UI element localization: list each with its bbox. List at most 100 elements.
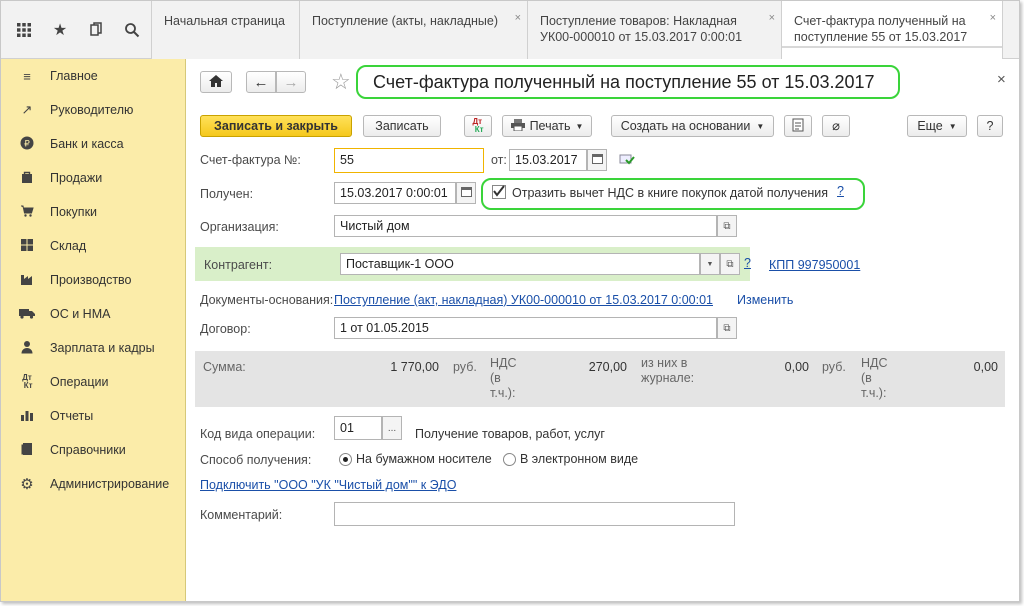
sidebar-item-main[interactable]: ≡ Главное <box>1 64 186 88</box>
tab-receipt-document[interactable]: Поступление товаров: Накладная УК00-0000… <box>527 1 781 59</box>
connect-edo-link[interactable]: Подключить "ООО "УК "Чистый дом"" к ЭДО <box>200 478 456 492</box>
vat-label: НДС (в т.ч.): <box>490 356 517 400</box>
help-button[interactable]: ? <box>977 115 1003 137</box>
tab-receipts-list[interactable]: Поступление (акты, накладные) × <box>299 1 527 59</box>
chevron-down-icon: ▼ <box>948 121 957 131</box>
shopping-cart-icon <box>19 204 35 221</box>
close-icon[interactable]: × <box>990 10 996 26</box>
debit-credit-button[interactable]: Дт Кт <box>464 115 492 137</box>
sidebar-item-production[interactable]: Производство <box>1 268 186 292</box>
calendar-button[interactable] <box>587 149 607 171</box>
contractor-dropdown-button[interactable]: ▼ <box>700 253 720 275</box>
chevron-down-icon: ▼ <box>706 260 714 268</box>
sidebar-item-assets[interactable]: ОС и НМА <box>1 302 186 326</box>
operation-code-input[interactable]: 01 <box>334 416 382 440</box>
sidebar-item-salary[interactable]: Зарплата и кадры <box>1 336 186 360</box>
quick-access: ★ <box>1 1 151 59</box>
received-datetime-input[interactable]: 15.03.2017 0:00:01 <box>334 182 456 204</box>
tab-label: Начальная страница <box>164 14 285 28</box>
operation-code-description: Получение товаров, работ, услуг <box>415 427 605 441</box>
bar-chart-icon <box>19 408 35 425</box>
calendar-icon <box>591 153 603 167</box>
radio-electronic[interactable] <box>503 453 516 466</box>
favorite-star-icon[interactable]: ☆ <box>331 69 351 95</box>
contractor-label: Контрагент: <box>204 258 273 272</box>
vat-deduction-label: Отразить вычет НДС в книге покупок датой… <box>512 186 828 200</box>
forward-button[interactable]: → <box>276 71 306 93</box>
sidebar-item-sales[interactable]: Продажи <box>1 166 186 190</box>
open-organization-button[interactable]: ⧉ <box>717 215 737 237</box>
sidebar-item-purchases[interactable]: Покупки <box>1 200 186 224</box>
print-label: Печать <box>529 119 571 133</box>
close-icon[interactable]: × <box>769 10 775 26</box>
attachment-button[interactable]: ⌀ <box>822 115 850 137</box>
sidebar-item-label: Покупки <box>50 205 98 219</box>
sidebar-item-label: Производство <box>50 273 132 287</box>
person-icon <box>19 340 35 357</box>
sidebar-item-label: Склад <box>50 239 87 253</box>
create-based-on-button[interactable]: Создать на основании ▼ <box>611 115 774 137</box>
contractor-help-link[interactable]: ? <box>744 256 751 270</box>
truck-icon <box>19 307 35 322</box>
change-documents-link[interactable]: Изменить <box>737 293 793 307</box>
vat-deduction-checkbox[interactable] <box>492 185 506 199</box>
contract-label: Договор: <box>200 322 251 336</box>
arrow-right-icon: → <box>283 73 299 91</box>
home-button[interactable] <box>200 71 232 93</box>
operation-code-select-button[interactable]: ... <box>382 416 402 440</box>
more-button[interactable]: Еще ▼ <box>907 115 967 137</box>
back-button[interactable]: ← <box>246 71 276 93</box>
sidebar-item-directories[interactable]: Справочники <box>1 438 186 462</box>
tab-underline <box>782 46 1002 48</box>
contract-input[interactable]: 1 от 01.05.2015 <box>334 317 717 339</box>
sidebar-item-bank[interactable]: ₽ Банк и касса <box>1 132 186 156</box>
open-icon: ⧉ <box>723 220 731 232</box>
sidebar-item-manager[interactable]: ↗ Руководителю <box>1 98 186 122</box>
tab-label: Поступление товаров: Накладная УК00-0000… <box>540 14 743 44</box>
star-icon[interactable]: ★ <box>49 19 71 41</box>
sidebar-item-operations[interactable]: Дт Кт Операции <box>1 370 186 394</box>
open-contract-button[interactable]: ⧉ <box>717 317 737 339</box>
invoice-number-input[interactable]: 55 <box>334 148 484 173</box>
search-icon[interactable] <box>121 19 143 41</box>
apps-grid-icon[interactable] <box>13 19 35 41</box>
sidebar-item-reports[interactable]: Отчеты <box>1 404 186 428</box>
factory-icon <box>19 272 35 289</box>
contractor-input[interactable]: Поставщик-1 ООО <box>340 253 700 275</box>
gear-icon: ⚙ <box>20 476 34 493</box>
report-button[interactable] <box>784 115 812 137</box>
shopping-bag-icon <box>19 170 35 187</box>
tab-label: Поступление (акты, накладные) <box>312 14 499 28</box>
operation-code-label: Код вида операции: <box>200 427 316 441</box>
totals-panel: Сумма: 1 770,00 руб. НДС (в т.ч.): 270,0… <box>195 351 1005 407</box>
organization-input[interactable]: Чистый дом <box>334 215 717 237</box>
sidebar-item-warehouse[interactable]: Склад <box>1 234 186 258</box>
save-and-close-button[interactable]: Записать и закрыть <box>200 115 352 137</box>
kpp-link[interactable]: КПП 997950001 <box>769 258 860 272</box>
history-icon[interactable] <box>85 19 107 41</box>
journal-currency: руб. <box>822 360 846 374</box>
receiving-method-label: Способ получения: <box>200 453 312 467</box>
vat2-label: НДС (в т.ч.): <box>861 356 888 400</box>
comment-input[interactable] <box>334 502 735 526</box>
open-contractor-button[interactable]: ⧉ <box>720 253 740 275</box>
close-icon[interactable]: × <box>515 10 521 26</box>
save-button[interactable]: Записать <box>363 115 441 137</box>
sidebar-item-administration[interactable]: ⚙ Администрирование <box>1 472 186 496</box>
tab-invoice[interactable]: Счет-фактура полученный на поступление 5… <box>781 1 1003 60</box>
sidebar-item-label: Операции <box>50 375 109 389</box>
base-document-link[interactable]: Поступление (акт, накладная) УК00-000010… <box>334 293 713 307</box>
sidebar: ≡ Главное ↗ Руководителю ₽ Банк и касса … <box>1 59 186 601</box>
invoice-date-input[interactable]: 15.03.2017 <box>509 149 587 171</box>
top-bar: ★ Начальная страница Поступление (акты, … <box>1 1 1019 60</box>
tab-home[interactable]: Начальная страница <box>151 1 299 59</box>
organization-label: Организация: <box>200 220 279 234</box>
radio-paper[interactable] <box>339 453 352 466</box>
print-button[interactable]: Печать ▼ <box>502 115 592 137</box>
sum-value: 1 770,00 <box>390 360 439 374</box>
post-status-icon <box>619 152 635 169</box>
close-form-button[interactable]: × <box>997 71 1006 88</box>
calendar-button[interactable] <box>456 182 476 204</box>
vat-help-link[interactable]: ? <box>837 184 844 198</box>
sidebar-item-label: Главное <box>50 69 98 83</box>
